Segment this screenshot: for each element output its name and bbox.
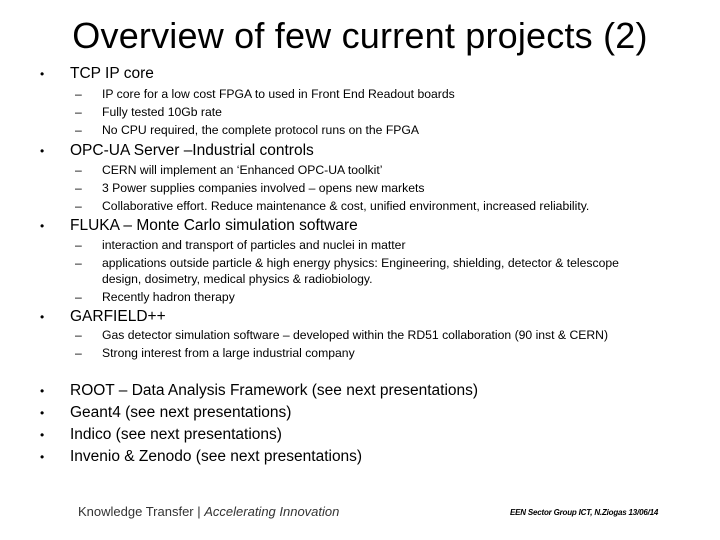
list-item-text: interaction and transport of particles a… [102, 238, 406, 252]
bullet-icon: • [40, 144, 45, 158]
section-heading: GARFIELD++ [70, 308, 166, 325]
footer-tagline: Accelerating Innovation [204, 504, 340, 519]
bullet-icon: • [40, 384, 45, 398]
dash-icon: – [75, 87, 82, 101]
dash-icon: – [75, 181, 82, 195]
project-text: ROOT – Data Analysis Framework (see next… [70, 382, 479, 399]
list-item-text: CERN will implement an ‘Enhanced OPC-UA … [102, 163, 383, 177]
list-item-text: Strong interest from a large industrial … [102, 346, 355, 360]
footer-brand-text: Knowledge Transfer | [78, 504, 205, 519]
section-heading: OPC-UA Server –Industrial controls [70, 142, 314, 159]
bullet-icon: • [40, 406, 45, 420]
list-item-text: Gas detector simulation software – devel… [102, 328, 609, 342]
bullet-icon: • [40, 428, 45, 442]
bullet-icon: • [40, 450, 45, 464]
dash-icon: – [75, 328, 82, 342]
list-item-text: IP core for a low cost FPGA to used in F… [102, 87, 455, 101]
dash-icon: – [75, 290, 82, 304]
dash-icon: – [75, 163, 82, 177]
project-text: Invenio & Zenodo (see next presentations… [70, 448, 363, 465]
bullet-icon: • [40, 219, 45, 233]
list-item-text: Fully tested 10Gb rate [102, 105, 222, 119]
footer-credit: EEN Sector Group ICT, N.Ziogas 13/06/14 [510, 508, 659, 517]
section-heading: TCP IP core [70, 65, 154, 82]
list-item-text: Collaborative effort. Reduce maintenance… [102, 199, 590, 213]
dash-icon: – [75, 256, 82, 270]
section-heading: FLUKA – Monte Carlo simulation software [70, 217, 358, 234]
dash-icon: – [75, 238, 82, 252]
slide-title: Overview of few current projects (2) [72, 15, 648, 56]
list-item-text: 3 Power supplies companies involved – op… [102, 181, 425, 195]
footer-brand: Knowledge Transfer | Accelerating Innova… [78, 504, 339, 519]
project-text: Indico (see next presentations) [70, 426, 282, 443]
dash-icon: – [75, 199, 82, 213]
list-item-text: Recently hadron therapy [102, 290, 235, 304]
dash-icon: – [75, 123, 82, 137]
project-text: Geant4 (see next presentations) [70, 404, 292, 421]
list-item-text: applications outside particle & high ene… [102, 256, 619, 286]
dash-icon: – [75, 105, 82, 119]
dash-icon: – [75, 346, 82, 360]
bullet-icon: • [40, 67, 45, 81]
list-item-text: No CPU required, the complete protocol r… [102, 123, 420, 137]
bullet-icon: • [40, 310, 45, 324]
